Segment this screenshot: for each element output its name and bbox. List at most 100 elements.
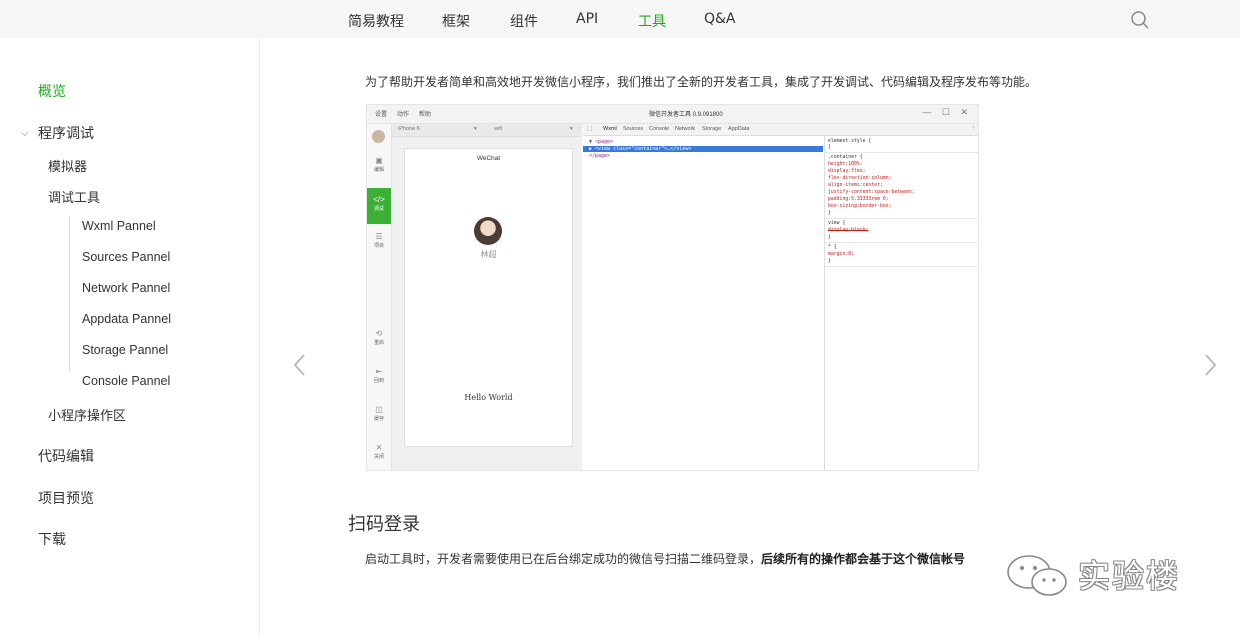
cache-icon: ◫ — [375, 405, 383, 414]
dom-line: </page> — [589, 153, 611, 159]
devtab-sources: Sources — [623, 126, 644, 132]
devtab-storage: Storage — [702, 126, 722, 132]
sidebar-item-console[interactable]: Console Pannel — [82, 374, 170, 388]
style-line: display:flex; — [828, 169, 866, 174]
list-icon: ☰ — [375, 232, 383, 241]
wechat-logo-icon — [1007, 555, 1067, 596]
phone-title: WeChat — [476, 155, 501, 162]
sidebar: 概览 ⌵ 程序调试 模拟器 调试工具 Wxml Pannel Sources P… — [0, 38, 260, 638]
style-line: } — [828, 145, 831, 150]
sidebar-item-preview[interactable]: 项目预览 — [38, 488, 94, 508]
sidebar-item-sources[interactable]: Sources Pannel — [82, 250, 170, 264]
ide-tool-close: ✕ 关闭 — [367, 443, 391, 460]
ide-tool-label: 编辑 — [373, 167, 384, 173]
style-line: justify-content:space-between; — [828, 190, 915, 195]
search-icon[interactable] — [1130, 10, 1150, 30]
more-icon: ⋮ — [971, 126, 977, 132]
nav-tools[interactable]: 工具 — [638, 11, 666, 31]
style-line: box-sizing:border-box; — [828, 204, 892, 209]
phone-nickname: 林超 — [480, 250, 497, 259]
chevron-left-icon[interactable] — [290, 352, 310, 378]
ide-tool-restart: ⟲ 重启 — [367, 329, 391, 346]
back-icon: ⇤ — [375, 367, 383, 376]
simulator-area: iPhone 6 ▾ wifi ▾ WeChat 林超 Hello World — [392, 124, 582, 470]
style-line: } — [828, 235, 831, 240]
ide-tool-label: 缓存 — [373, 416, 384, 422]
ide-tool-cache: ◫ 缓存 — [367, 405, 391, 422]
divider — [825, 152, 978, 153]
style-line: margin:0; — [828, 252, 854, 257]
section-heading: 扫码登录 — [348, 514, 420, 535]
window-controls-icon: — ☐ ✕ — [922, 107, 972, 117]
avatar — [372, 130, 385, 143]
inspect-icon: ⬚ — [587, 126, 593, 132]
style-line: height:100%; — [828, 162, 863, 167]
ide-tool-label: 回到 — [373, 378, 384, 384]
close-icon: ✕ — [375, 443, 383, 452]
simulator-toolbar: iPhone 6 ▾ wifi ▾ — [392, 124, 582, 137]
ide-tool-project: ☰ 项目 — [367, 232, 391, 249]
devtools-screenshot: 设置 动作 帮助 微信开发者工具 0.9.091800 — ☐ ✕ ▣ 编辑 </… — [366, 104, 979, 471]
divider — [825, 242, 978, 243]
style-panel: element.style { } .container { height:10… — [824, 136, 978, 470]
ide-title: 微信开发者工具 0.9.091800 — [649, 112, 723, 118]
sidebar-item-debugging[interactable]: 程序调试 — [38, 123, 94, 143]
body-paragraph: 启动工具时，开发者需要使用已在后台绑定成功的微信号扫描二维码登录，后续所有的操作… — [365, 550, 965, 567]
style-line: align-items:center; — [828, 183, 883, 188]
ide-menu-settings: 设置 — [375, 112, 388, 118]
dom-line: ▼ <page> — [589, 139, 614, 145]
chevron-down-icon: ▾ — [570, 126, 573, 132]
sidebar-item-wxml[interactable]: Wxml Pannel — [82, 219, 156, 233]
network-select: wifi — [494, 126, 502, 132]
devtab-wxml: Wxml — [603, 126, 617, 132]
style-line: .container { — [828, 155, 863, 160]
nav-framework[interactable]: 框架 — [442, 11, 470, 31]
sidebar-item-code-edit[interactable]: 代码编辑 — [38, 446, 94, 466]
style-line: padding:5.33333rem 0; — [828, 197, 889, 202]
divider — [825, 266, 978, 267]
sidebar-item-storage[interactable]: Storage Pannel — [82, 343, 168, 357]
sidebar-item-download[interactable]: 下载 — [38, 529, 66, 549]
ide-tool-back: ⇤ 回到 — [367, 367, 391, 384]
code-icon: </> — [373, 195, 385, 204]
ide-tool-label: 关闭 — [373, 454, 384, 460]
avatar — [474, 217, 502, 245]
tree-guide-line — [69, 216, 70, 372]
chevron-down-icon[interactable]: ⌵ — [21, 128, 29, 139]
ide-titlebar: 设置 动作 帮助 微信开发者工具 0.9.091800 — ☐ ✕ — [367, 105, 978, 124]
editor-icon: ▣ — [375, 156, 383, 165]
ide-tool-debug: </> 调试 — [367, 188, 391, 224]
style-line: * { — [828, 245, 837, 250]
style-line: flex-direction:column; — [828, 176, 892, 181]
ide-tool-label: 重启 — [373, 340, 384, 346]
phone-hello-text: Hello World — [464, 393, 513, 402]
nav-components[interactable]: 组件 — [510, 11, 538, 31]
ide-tool-edit: ▣ 编辑 — [367, 156, 391, 173]
sidebar-item-operation-area[interactable]: 小程序操作区 — [48, 405, 126, 424]
sidebar-item-debug-tools[interactable]: 调试工具 — [48, 187, 100, 206]
intro-paragraph: 为了帮助开发者简单和高效地开发微信小程序，我们推出了全新的开发者工具，集成了开发… — [365, 75, 1038, 89]
chevron-right-icon[interactable] — [1200, 352, 1220, 378]
top-nav-bar: 简易教程 框架 组件 API 工具 Q&A — [0, 0, 1240, 38]
style-line: } — [828, 211, 831, 216]
ide-menu-actions: 动作 — [397, 112, 410, 118]
dom-line: ▶ <view class="container">…</view> — [589, 146, 692, 152]
style-line: element.style { — [828, 139, 872, 144]
nav-qa[interactable]: Q&A — [704, 11, 736, 27]
sidebar-item-overview[interactable]: 概览 — [38, 81, 66, 101]
ide-tool-label: 调试 — [373, 206, 384, 212]
nav-api[interactable]: API — [576, 11, 598, 27]
sidebar-item-simulator[interactable]: 模拟器 — [48, 156, 87, 175]
nav-tutorial[interactable]: 简易教程 — [348, 11, 404, 31]
restart-icon: ⟲ — [375, 329, 383, 338]
chevron-down-icon: ▾ — [474, 126, 477, 132]
sidebar-item-network[interactable]: Network Pannel — [82, 281, 170, 295]
device-select: iPhone 6 — [398, 126, 420, 132]
style-line: view { — [828, 221, 846, 226]
wxml-tree: ▼ <page> ▶ <view class="container">…</vi… — [583, 136, 823, 470]
divider — [825, 218, 978, 219]
style-line: display:block; — [828, 228, 869, 233]
devtools-tabs: ⬚ Wxml Sources Console Network Storage A… — [583, 124, 978, 136]
devtab-network: Network — [675, 126, 696, 132]
sidebar-item-appdata[interactable]: Appdata Pannel — [82, 312, 171, 326]
